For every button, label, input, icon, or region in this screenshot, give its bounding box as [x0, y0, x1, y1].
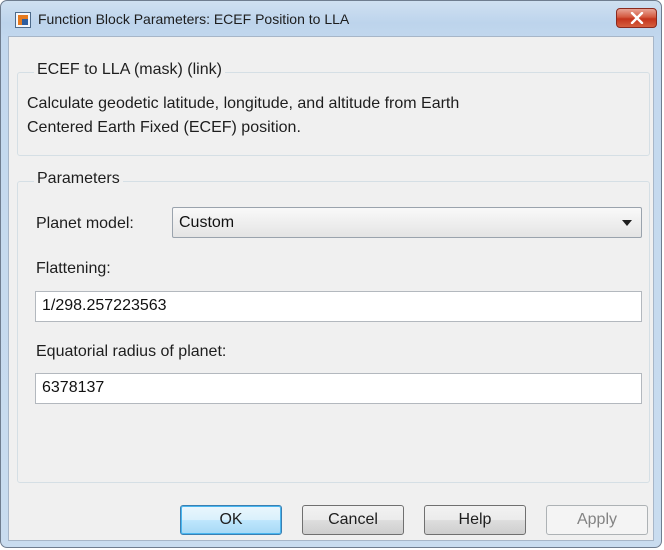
flattening-field[interactable]: 1/298.257223563 [35, 291, 642, 322]
close-button[interactable] [616, 8, 657, 28]
help-button[interactable]: Help [424, 505, 526, 535]
close-icon [630, 12, 644, 24]
parameters-group-title: Parameters [34, 170, 123, 188]
equatorial-radius-label: Equatorial radius of planet: [36, 343, 227, 360]
apply-button[interactable]: Apply [546, 505, 648, 535]
mask-group-title: ECEF to LLA (mask) (link) [34, 61, 225, 79]
cancel-button[interactable]: Cancel [302, 505, 404, 535]
planet-model-selected-value: Custom [179, 214, 235, 231]
simulink-block-icon [15, 12, 31, 28]
description-line-2: Centered Earth Fixed (ECEF) position. [27, 119, 301, 136]
window-title: Function Block Parameters: ECEF Position… [38, 11, 350, 27]
planet-model-dropdown[interactable]: Custom [172, 207, 642, 238]
ok-button[interactable]: OK [180, 505, 282, 535]
mask-description: Calculate geodetic latitude, longitude, … [27, 92, 627, 140]
title-bar[interactable]: Function Block Parameters: ECEF Position… [1, 1, 661, 37]
equatorial-radius-field[interactable]: 6378137 [35, 373, 642, 404]
chevron-down-icon [622, 220, 632, 226]
planet-model-label: Planet model: [36, 215, 134, 232]
description-line-1: Calculate geodetic latitude, longitude, … [27, 95, 460, 112]
flattening-label: Flattening: [36, 260, 111, 277]
